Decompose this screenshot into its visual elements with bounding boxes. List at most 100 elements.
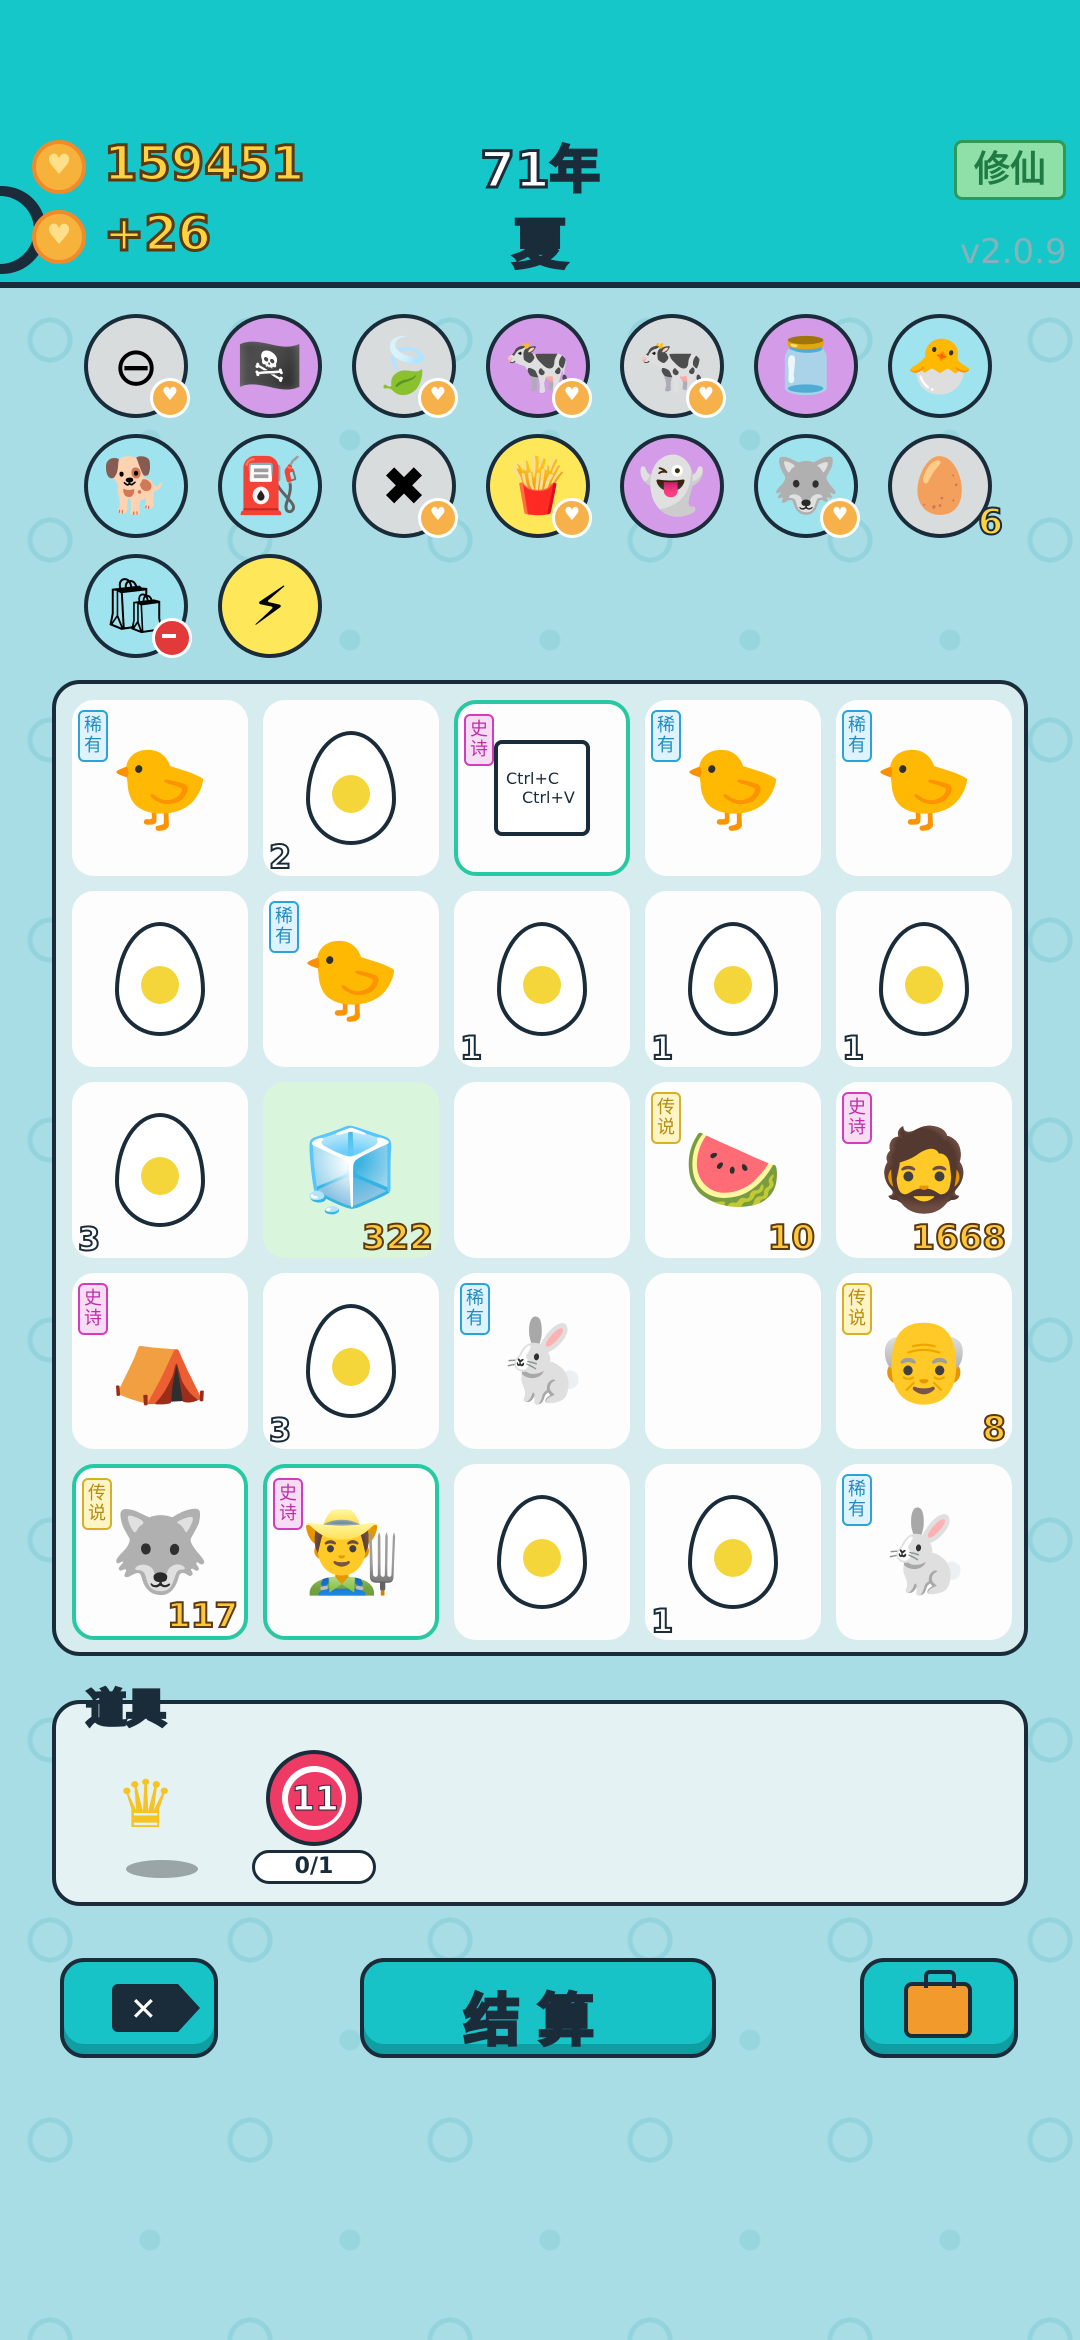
board-cell-oldman[interactable]: 🧔 史诗 1668 [836,1082,1012,1259]
chicken-icon: 🐤 [301,932,401,1025]
cell-counter: 3 [77,1219,101,1259]
rarity-tag: 稀有 [842,1474,872,1526]
cell-value: 117 [166,1595,239,1637]
egg-icon [306,731,396,845]
fridge-icon: 🧊 [301,1123,401,1216]
tools-label: 道具 [85,1685,168,1734]
cell-counter: 1 [650,1028,674,1068]
leaf-icon[interactable]: 🍃 ♥ [352,314,458,418]
rabbit-icon: 🐇 [874,1505,974,1598]
lightning-icon[interactable]: ⚡ [218,554,322,658]
board-cell-tent[interactable]: ⛺ 史诗 [72,1273,248,1449]
delete-button[interactable]: ✕ [60,1958,218,2058]
board-cell-rabbit[interactable]: 🐇 稀有 [454,1273,630,1449]
paste-line: Ctrl+V [522,788,575,807]
board-cell-egg[interactable]: 1 [645,891,821,1068]
dog-icon[interactable]: 🐕 [84,434,188,538]
egg-icon [115,1113,205,1227]
board-cell-chicken[interactable]: 🐤 稀有 [645,700,821,876]
cultivation-mode-button[interactable]: 修仙 [954,140,1066,200]
cow-pair-icon[interactable]: 🐄 ♥ [620,314,726,418]
rarity-tag: 史诗 [464,714,494,766]
chick-egg-icon[interactable]: 🐣 [888,314,992,418]
watermelon-icon: 🍉 [683,1123,783,1216]
eyepatch-icon[interactable]: 🏴‍☠️ [218,314,322,418]
rarity-tag: 稀有 [842,710,872,762]
season-label: 夏 [512,212,569,278]
cow-pair-icon[interactable]: 🐄 ♥ [486,314,592,418]
cell-value: 8 [981,1408,1007,1450]
egg-icon [688,922,778,1036]
board-cell-farmer[interactable]: 👨‍🌾 史诗 [263,1464,439,1640]
timer-value: 11 [288,1772,342,1826]
board-cell-egg[interactable]: 3 [263,1273,439,1450]
fries-icon[interactable]: 🍟 ♥ [486,434,592,538]
board-cell-egg[interactable]: 2 [263,700,439,877]
rarity-tag: 稀有 [651,710,681,762]
coin-count: 159451 [102,135,305,194]
board-cell-egg[interactable]: 1 [645,1464,821,1641]
timer-progress: 0/1 [252,1850,376,1884]
egg-icon [115,922,205,1036]
board-cell-egg[interactable] [72,891,248,1067]
cell-value: 1668 [910,1217,1007,1259]
egg-icon [688,1495,778,1609]
egg-icon [497,1495,587,1609]
board-cell-chicken[interactable]: 🐤 稀有 [72,700,248,876]
remove-badge-icon[interactable] [152,618,192,658]
board-cell-rabbit[interactable]: 🐇 稀有 [836,1464,1012,1640]
pump-icon[interactable]: ⛽ [218,434,322,538]
board-cell-egg[interactable] [454,1464,630,1640]
item-count: 6 [977,501,1004,544]
board-cell-fridge[interactable]: 🧊 322 [263,1082,439,1259]
board-cell-egg[interactable]: 1 [454,891,630,1068]
board-cell-egg[interactable]: 1 [836,891,1012,1068]
settle-button[interactable]: 结算 [360,1958,716,2058]
minus-circle-icon[interactable]: ⊖ ♥ [84,314,190,418]
heart-badge-icon: ♥ [552,378,592,418]
board-cell-watermelon[interactable]: 🍉 传说 10 [645,1082,821,1259]
egg-icon [497,922,587,1036]
board-cell-chicken[interactable]: 🐤 稀有 [836,700,1012,876]
board-cell-copy[interactable]: Ctrl+C Ctrl+V 史诗 [454,700,630,876]
cell-counter: 3 [268,1410,292,1450]
briefcase-icon [904,1970,972,2038]
crown-shadow [126,1860,198,1878]
ghost-icon[interactable]: 👻 [620,434,724,538]
rarity-tag: 史诗 [842,1092,872,1144]
timer-icon[interactable]: 11 [266,1750,362,1846]
rabbit-icon: 🐇 [492,1314,592,1407]
board-cell-empty[interactable] [645,1273,821,1449]
board-cell-grandpa[interactable]: 👴 传说 8 [836,1273,1012,1450]
heart-badge-icon: ♥ [686,378,726,418]
board-cell-egg[interactable]: 3 [72,1082,248,1259]
cell-counter: 1 [459,1028,483,1068]
board-cell-husky[interactable]: 🐺 传说 117 [72,1464,248,1640]
bag-icon[interactable]: 🛍 [84,554,192,658]
rarity-tag: 稀有 [460,1283,490,1335]
egg-tray-icon[interactable]: 🥚 [888,434,992,538]
tools-panel [52,1700,1028,1906]
heart-badge-icon: ♥ [820,498,860,538]
grandpa-icon: 👴 [874,1314,974,1407]
heart-badge-icon: ♥ [418,498,458,538]
board-cell-chicken[interactable]: 🐤 稀有 [263,891,439,1067]
backpack-button[interactable] [860,1958,1018,2058]
cell-value: 322 [361,1217,434,1259]
chicken-icon: 🐤 [874,741,974,834]
settle-label: 结算 [463,1988,612,2056]
farmer-icon: 👨‍🌾 [301,1505,401,1598]
board-cell-empty[interactable] [454,1082,630,1258]
top-bar: 159451 +26 71年 夏 修仙 v2.0.9 [0,0,1080,288]
heart-badge-icon: ♥ [150,378,190,418]
delete-tag-icon[interactable]: ✖ ♥ [352,434,458,538]
egg-icon [306,1304,396,1418]
crown-icon[interactable]: ♛ [116,1766,175,1843]
oldman-icon: 🧔 [874,1123,974,1216]
husky-icon: 🐺 [110,1505,210,1598]
milk-jar-icon[interactable]: 🫙 [754,314,858,418]
husky-icon[interactable]: 🐺 ♥ [754,434,860,538]
cell-value: 10 [767,1217,816,1259]
copy-line: Ctrl+C [506,769,560,788]
version-label: v2.0.9 [960,232,1067,272]
